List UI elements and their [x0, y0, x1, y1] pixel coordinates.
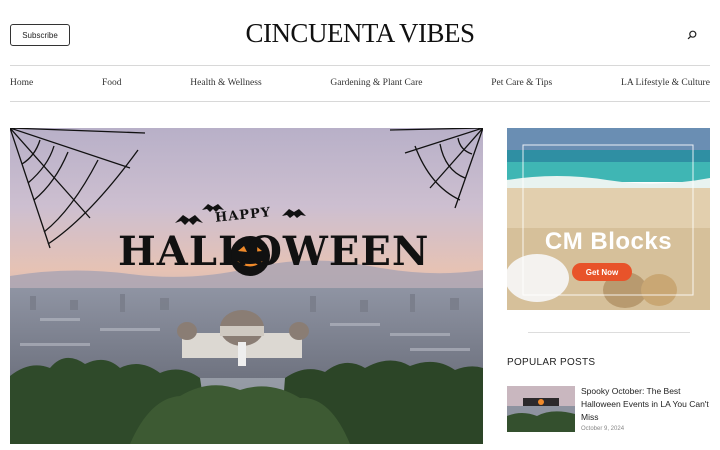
site-logo[interactable]: CINCUENTA VIBES: [0, 18, 720, 49]
nav-item-health-wellness[interactable]: Health & Wellness: [190, 78, 261, 88]
nav-divider: [10, 101, 710, 102]
popular-posts-heading: POPULAR POSTS: [507, 357, 596, 368]
post-thumbnail[interactable]: [507, 386, 575, 432]
ad-background: [507, 128, 710, 310]
sidebar-ad[interactable]: CM Blocks Get Now: [507, 128, 710, 310]
hero-overlay-halloween: HALLOWEEN: [118, 228, 430, 275]
search-icon[interactable]: [686, 29, 698, 41]
ad-title: CM Blocks: [544, 228, 673, 255]
nav-item-la-lifestyle[interactable]: LA Lifestyle & Culture: [621, 78, 710, 88]
hero-illustration: [10, 128, 483, 444]
header-divider: [10, 65, 710, 66]
nav-item-food[interactable]: Food: [102, 78, 122, 88]
main-nav: Home Food Health & Wellness Gardening & …: [10, 74, 710, 92]
post-title[interactable]: Spooky October: The Best Halloween Event…: [581, 385, 711, 424]
popular-post-item[interactable]: Spooky October: The Best Halloween Event…: [507, 386, 710, 436]
sidebar-divider: [528, 332, 690, 333]
nav-item-gardening[interactable]: Gardening & Plant Care: [330, 78, 422, 88]
hero-image[interactable]: HAPPY HALLOWEEN: [10, 128, 483, 444]
post-date: October 9, 2024: [581, 426, 625, 432]
nav-item-home[interactable]: Home: [10, 78, 33, 88]
post-thumbnail-image: [507, 386, 575, 432]
nav-item-pet-care[interactable]: Pet Care & Tips: [491, 78, 552, 88]
get-now-button[interactable]: Get Now: [572, 263, 632, 281]
